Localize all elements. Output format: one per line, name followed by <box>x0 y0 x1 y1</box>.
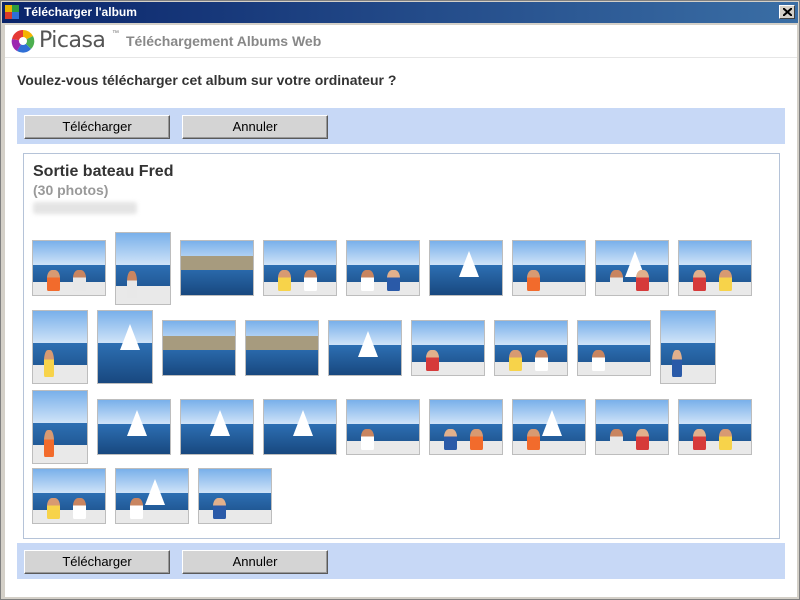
photo-thumbnail-regatta-sail-3[interactable] <box>263 399 337 455</box>
photo-thumbnail-man-in-cap[interactable] <box>346 399 420 455</box>
photo-thumbnail-man-by-mast[interactable] <box>115 468 189 524</box>
header-title: Téléchargement Albums Web <box>126 33 322 49</box>
photo-thumbnail-people-smiling[interactable] <box>263 240 337 296</box>
photo-thumbnail-woman-in-orange[interactable] <box>32 390 88 464</box>
photo-thumbnail-fort-on-sea[interactable] <box>245 320 319 376</box>
album-panel: Sortie bateau Fred (30 photos) <box>23 153 780 539</box>
picasa-logo-text: Picasa <box>39 28 106 53</box>
top-button-bar: Télécharger Annuler <box>17 108 785 144</box>
photo-thumbnail-man-at-helm[interactable] <box>512 240 586 296</box>
download-button-top[interactable]: Télécharger <box>24 115 170 139</box>
photo-thumbnail-mast-closeup[interactable] <box>97 310 153 384</box>
photo-thumbnail-group-on-bow[interactable] <box>678 399 752 455</box>
photo-thumbnail-couple-in-hats[interactable] <box>429 399 503 455</box>
close-button[interactable] <box>779 5 795 19</box>
picasa-header: Picasa ™ Téléchargement Albums Web <box>5 25 797 58</box>
cancel-button-bottom[interactable]: Annuler <box>182 550 328 574</box>
photo-thumbnail-group-on-deck[interactable] <box>678 240 752 296</box>
photo-thumbnail-fort-island[interactable] <box>162 320 236 376</box>
photo-thumbnail-sailboat-crew[interactable] <box>595 240 669 296</box>
photo-thumbnail-man-with-hat[interactable] <box>32 310 88 384</box>
picasa-app-icon <box>5 5 19 19</box>
photo-thumbnail-woman-at-wheel[interactable] <box>115 232 171 305</box>
download-button-bottom[interactable]: Télécharger <box>24 550 170 574</box>
photo-thumbnail-crew-on-stern[interactable] <box>32 468 106 524</box>
photo-thumbnail-mast-and-sky[interactable] <box>328 320 402 376</box>
photo-thumbnail-fortress-on-coast[interactable] <box>180 240 254 296</box>
window-title: Télécharger l'album <box>24 5 137 19</box>
cancel-button-top[interactable]: Annuler <box>182 115 328 139</box>
close-icon <box>783 8 792 16</box>
download-question: Voulez-vous télécharger cet album sur vo… <box>17 72 397 88</box>
album-photo-count: (30 photos) <box>33 182 109 198</box>
title-bar[interactable]: Télécharger l'album <box>2 2 798 23</box>
photo-thumbnail-girl-smiling[interactable] <box>198 468 272 524</box>
photo-thumbnail-people-on-bow[interactable] <box>595 399 669 455</box>
dialog-window: Télécharger l'album Picasa ™ Téléchargem… <box>0 0 800 600</box>
photo-thumbnail-regatta-sail-1[interactable] <box>97 399 171 455</box>
photo-thumbnail-man-and-sail[interactable] <box>512 399 586 455</box>
album-title: Sortie bateau Fred <box>33 163 174 180</box>
photo-thumbnail-couple-with-hats[interactable] <box>346 240 420 296</box>
dialog-content: Picasa ™ Téléchargement Albums Web Voule… <box>5 25 797 597</box>
bottom-button-bar: Télécharger Annuler <box>17 543 785 579</box>
photo-thumbnail-regatta-sail-2[interactable] <box>180 399 254 455</box>
photo-thumbnail-sail-and-sea[interactable] <box>429 240 503 296</box>
photo-thumbnail-couple-on-boat[interactable] <box>494 320 568 376</box>
picasa-logo-icon <box>11 29 35 53</box>
photo-thumbnail-man-pointing[interactable] <box>411 320 485 376</box>
photo-thumbnail-woman-on-deck[interactable] <box>577 320 651 376</box>
album-owner-blurred <box>33 202 137 214</box>
trademark-mark: ™ <box>112 30 119 37</box>
photo-thumbnail-man-standing[interactable] <box>660 310 716 384</box>
photo-thumbnail-crew-on-deck[interactable] <box>32 240 106 296</box>
